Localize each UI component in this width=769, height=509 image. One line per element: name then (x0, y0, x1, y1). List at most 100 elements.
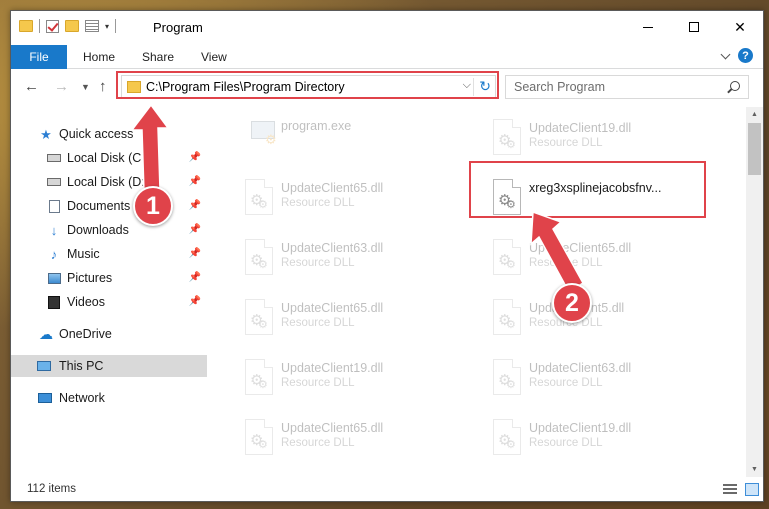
search-box[interactable] (505, 75, 749, 99)
close-button[interactable]: ✕ (717, 11, 763, 43)
vertical-scrollbar[interactable]: ▲ ▼ (746, 107, 763, 477)
sidebar-item-label: Videos (67, 295, 105, 309)
file-item[interactable]: ⚙⚙ UpdateClient5.dll Resource DLL (481, 295, 717, 351)
file-type: Resource DLL (529, 137, 603, 149)
dll-file-icon: ⚙ ⚙ (241, 179, 277, 219)
file-item[interactable]: ⚙ ⚙ UpdateClient19.dll Resource DLL (481, 415, 717, 471)
callout-2-badge: 2 (552, 283, 592, 323)
pin-icon[interactable]: 📌 (189, 176, 201, 187)
sidebar-item-documents[interactable]: Documents 📌 (11, 195, 207, 217)
pin-icon[interactable]: 📌 (189, 152, 201, 163)
dll-file-icon: ⚙ ⚙ (489, 419, 525, 459)
file-item[interactable]: ⚙ ⚙ UpdateClient19.dll Resource DLL (233, 355, 469, 411)
recent-locations-chevron-icon[interactable]: ▼ (81, 82, 90, 92)
file-type: Resource DLL (281, 257, 355, 269)
new-folder-icon[interactable] (65, 20, 79, 32)
pin-icon[interactable]: 📌 (189, 248, 201, 259)
download-icon: ↓ (50, 222, 58, 238)
expand-ribbon-icon[interactable] (720, 49, 731, 60)
sidebar-item-quick-access[interactable]: ★ Quick access (11, 123, 207, 145)
toolbar-divider (115, 19, 117, 33)
sidebar-item-onedrive[interactable]: ☁ OneDrive (11, 323, 207, 345)
file-name: UpdateClient19.dll (529, 121, 632, 135)
dll-file-icon: ⚙ ⚙ (241, 419, 277, 459)
scroll-thumb[interactable] (748, 123, 761, 175)
file-type: Resource DLL (281, 377, 355, 389)
title-bar: ▾ Program ✕ (11, 11, 763, 43)
dll-file-icon: ⚙ ⚙ (241, 239, 277, 279)
dll-file-icon: ⚙ ⚙ (241, 359, 277, 399)
scroll-down-icon[interactable]: ▼ (751, 466, 758, 473)
file-type: Resource DLL (529, 377, 603, 389)
minimize-button[interactable] (625, 11, 671, 43)
sidebar-item-label: Pictures (67, 271, 113, 285)
search-input[interactable] (514, 80, 714, 94)
sidebar-item-this-pc[interactable]: This PC (11, 355, 207, 377)
tab-view[interactable]: View (201, 45, 227, 69)
tab-file[interactable]: File (11, 45, 67, 69)
cloud-icon: ☁ (39, 326, 53, 342)
minimize-icon (643, 26, 653, 28)
pin-icon[interactable]: 📌 (189, 296, 201, 307)
sidebar-item-network[interactable]: Network (11, 387, 207, 409)
sidebar-item-pictures[interactable]: Pictures 📌 (11, 267, 207, 289)
file-name: UpdateClient63.dll (281, 241, 384, 255)
sidebar-item-label: Quick access (59, 127, 134, 141)
file-name: UpdateClient63.dll (529, 361, 632, 375)
address-bar-highlight-box (116, 71, 499, 99)
close-icon: ✕ (734, 18, 746, 35)
file-item[interactable]: ⚙ ⚙ UpdateClient65.dll Resource DLL (233, 415, 469, 471)
up-arrow-icon[interactable]: ↑ (99, 78, 107, 95)
dll-file-icon: ⚙ ⚙ (489, 119, 525, 159)
sidebar-item-label: Local Disk (D:) (67, 175, 149, 189)
file-type: Resource DLL (529, 437, 603, 449)
file-item[interactable]: ⚙ ⚙ UpdateClient65.dll Resource DLL (233, 295, 469, 351)
callout-1-badge: 1 (133, 186, 173, 226)
pin-icon[interactable]: 📌 (189, 224, 201, 235)
maximize-icon (689, 22, 699, 32)
file-name: UpdateClient65.dll (281, 421, 384, 435)
file-item[interactable]: ⚙ ⚙ UpdateClient63.dll Resource DLL (481, 355, 717, 411)
network-icon (38, 392, 52, 405)
customize-toolbar-chevron-icon[interactable]: ▾ (105, 22, 109, 31)
tab-share[interactable]: Share (142, 45, 174, 69)
sidebar-item-label: OneDrive (59, 327, 112, 341)
pin-icon[interactable]: 📌 (189, 200, 201, 211)
computer-icon (37, 360, 51, 373)
details-view-icon[interactable] (723, 484, 737, 496)
file-item[interactable]: ⚙ ⚙ UpdateClient65.dll Resource DLL (233, 175, 469, 231)
file-item[interactable]: ⚙ ⚙ UpdateClient65.dll Resource DLL (481, 235, 717, 291)
sidebar-item-label: Documents (67, 199, 131, 213)
sidebar-item-downloads[interactable]: ↓ Downloads 📌 (11, 219, 207, 241)
dll-file-icon: ⚙ ⚙ (489, 239, 525, 279)
pin-icon[interactable]: 📌 (189, 272, 201, 283)
back-arrow-icon[interactable]: ← (24, 78, 39, 95)
item-count: 112 items (27, 483, 77, 495)
sidebar-item-music[interactable]: ♪ Music 📌 (11, 243, 207, 265)
file-item[interactable]: ⚙ program.exe (233, 115, 469, 171)
help-icon[interactable]: ? (738, 48, 753, 63)
search-icon[interactable] (730, 81, 740, 91)
maximize-button[interactable] (671, 11, 717, 43)
ribbon-tabs: File Home Share View ? (11, 43, 763, 69)
executable-icon: ⚙ (241, 119, 277, 159)
file-type: Resource DLL (281, 197, 355, 209)
file-highlight-box (469, 161, 706, 218)
sidebar-item-videos[interactable]: Videos 📌 (11, 291, 207, 313)
forward-arrow-icon[interactable]: → (54, 78, 69, 95)
folder-icon (19, 20, 33, 32)
sidebar-item-label: Network (59, 391, 105, 405)
scroll-up-icon[interactable]: ▲ (751, 111, 758, 118)
window-title: Program (153, 20, 203, 35)
tab-home[interactable]: Home (83, 45, 115, 69)
documents-icon (47, 199, 61, 213)
sidebar-item-local-disk-d[interactable]: Local Disk (D:) 📌 (11, 171, 207, 193)
file-item[interactable]: ⚙ ⚙ UpdateClient63.dll Resource DLL (233, 235, 469, 291)
large-icons-view-icon[interactable] (745, 483, 759, 496)
properties-check-icon[interactable] (46, 19, 59, 33)
star-icon: ★ (40, 126, 52, 142)
properties-icon[interactable] (85, 20, 99, 32)
file-name: UpdateClient65.dll (281, 301, 384, 315)
sidebar-item-local-disk-c[interactable]: Local Disk (C:) 📌 (11, 147, 207, 169)
videos-icon (47, 295, 61, 309)
